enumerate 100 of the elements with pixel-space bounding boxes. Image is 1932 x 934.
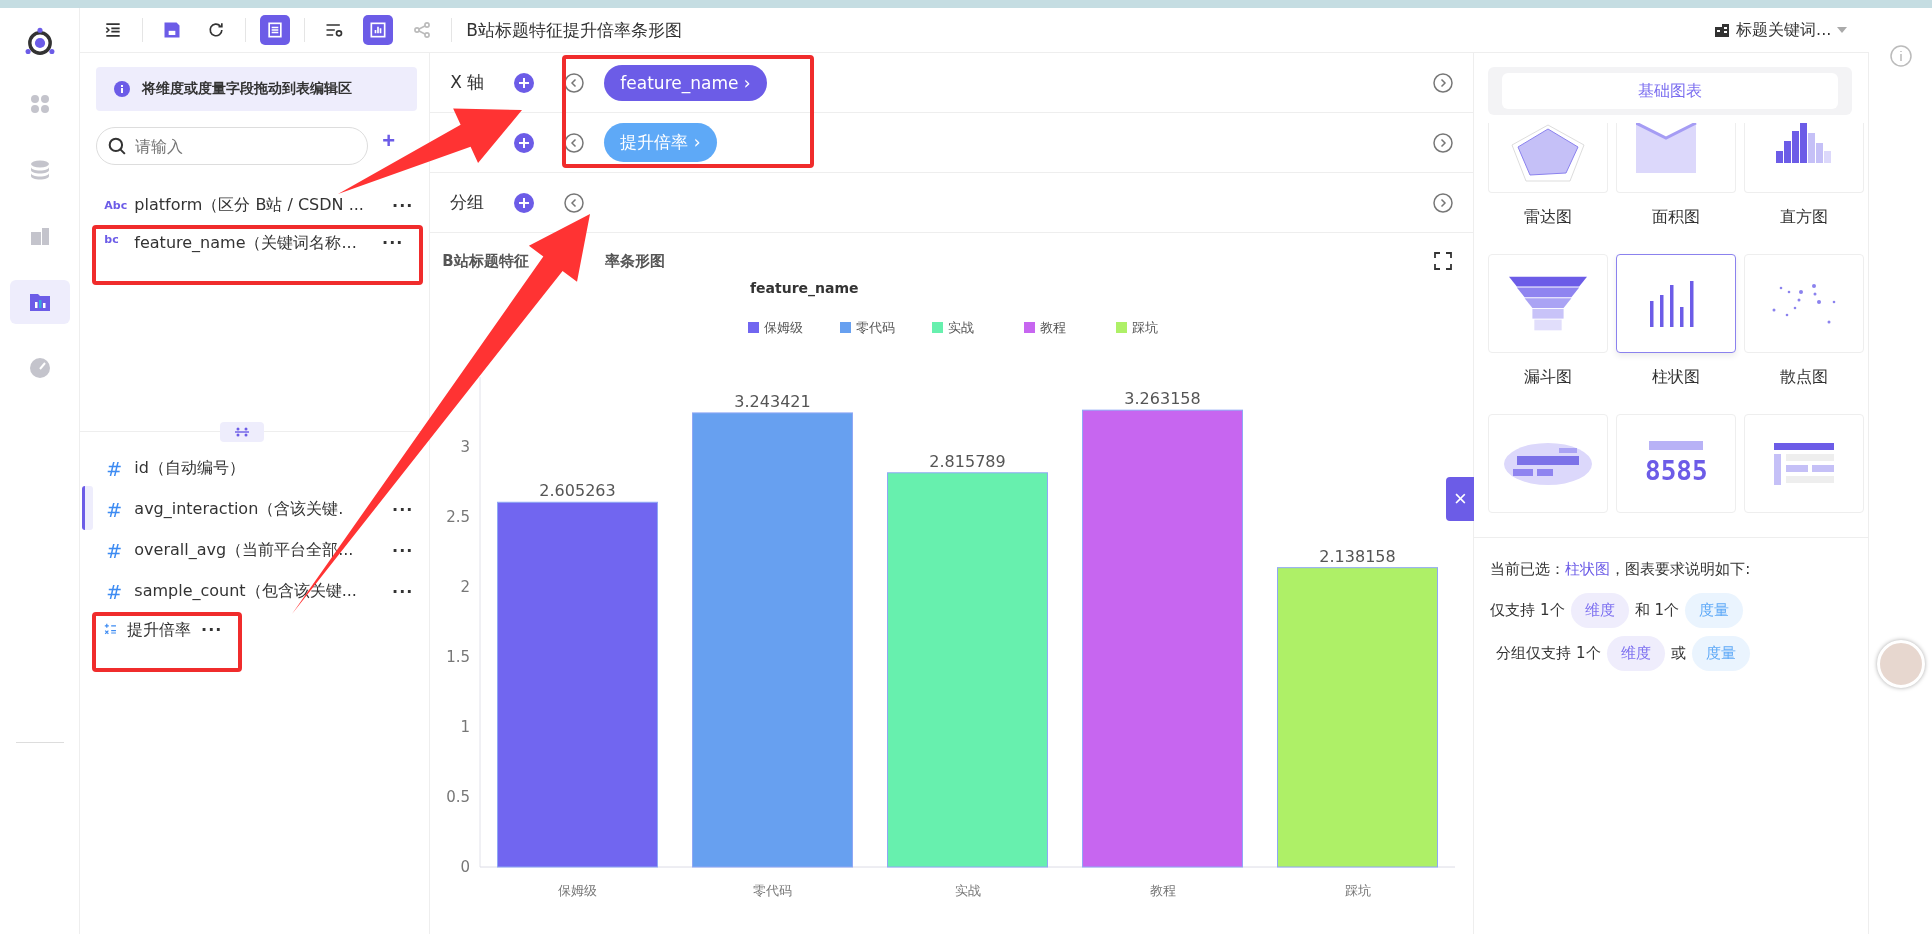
chart-view-button[interactable] [363,15,394,45]
save-icon [162,20,183,40]
bar-chart-icon [368,20,389,40]
value-label: 3.263158 [1124,389,1201,409]
table-chart-icon [1774,442,1835,485]
scroll-left-button[interactable] [564,132,585,153]
legend-title: feature_name [750,280,859,296]
field-type-tag: 维度 [1570,593,1629,628]
scroll-left-button[interactable] [564,192,585,213]
field-type-label: bc [104,233,120,246]
scroll-right-button[interactable] [1433,72,1454,93]
info-icon [114,81,131,97]
rule-text: 和 1个 [1634,601,1679,620]
field-name: avg_interaction（含该关键. [134,499,345,520]
y-tick-label: 0.5 [446,788,471,806]
table-view-button[interactable] [260,15,291,45]
value-label: 2.815789 [929,451,1006,471]
add-button[interactable]: + [382,131,396,151]
legend-label: 教程 [1040,320,1067,335]
chart-type-label: 面积图 [1652,207,1701,228]
chart-type-label: 直方图 [1780,207,1829,228]
field-pill[interactable]: feature_name › [604,64,767,101]
x-tick-label: 实战 [954,883,981,898]
more-menu[interactable]: ··· [392,541,414,560]
field-type-label: # [105,457,124,480]
y-tick-label: 2.5 [446,508,471,526]
field-name: 提升倍率 [127,620,192,641]
add-field-button[interactable] [514,132,535,153]
field-type-tag: 度量 [1691,636,1750,671]
x-tick-label: 教程 [1149,883,1176,898]
legend-item[interactable]: 零代码 [840,320,896,335]
legend-item[interactable]: 保姆级 [748,320,804,335]
field-type-label: Abc [104,198,125,212]
funnel-chart-icon [1509,275,1588,332]
more-menu[interactable]: ··· [392,195,414,215]
slot-label: 分组 [450,191,486,214]
field-type-tag: 度量 [1684,593,1743,628]
more-menu[interactable]: ··· [392,582,414,601]
legend-label: 零代码 [856,320,896,335]
legend-label: 保姆级 [764,320,804,335]
legend-item[interactable]: 实战 [932,320,975,335]
more-menu[interactable]: ··· [392,500,414,519]
add-field-button[interactable] [514,72,535,93]
chart-category-tab[interactable]: 基础图表 [1502,73,1839,109]
measure-field[interactable]: # sample_count（包含该关键... ··· [96,571,430,612]
value-label: 2.605263 [539,481,616,501]
field-name: platform（区分 B站 / CSDN ... [134,194,365,216]
word-cloud-icon [1503,441,1594,486]
add-field-button[interactable] [514,192,535,213]
fullscreen-icon[interactable] [1433,251,1454,271]
field-type-label: # [105,498,124,521]
field-type-tag: 维度 [1606,636,1665,671]
dimension-field[interactable]: Abc platform（区分 B站 / CSDN ... ··· [96,185,430,225]
more-menu[interactable]: ··· [201,620,223,639]
scroll-right-button[interactable] [1433,192,1454,213]
measure-field[interactable]: 提升倍率 ··· [92,612,243,672]
field-name: sample_count（包含该关键... [134,581,358,602]
value-label: 3.243421 [734,391,811,411]
x-tick-label: 零代码 [753,883,793,898]
x-tick-label: 保姆级 [558,883,598,898]
chart-type-card[interactable]: 8585 [1616,414,1737,513]
chart-type-label: 散点图 [1780,367,1829,388]
scroll-right-button[interactable] [1433,132,1454,153]
legend-label: 踩坑 [1132,320,1159,335]
side-handle[interactable] [82,486,94,530]
x-tick-label: 踩坑 [1344,883,1371,898]
legend-label: 实战 [948,320,975,335]
chart-type-label: 柱状图 [1652,367,1701,388]
search-icon [108,137,127,155]
close-panel-button[interactable]: × [1446,477,1475,521]
slot-label: X 轴 [450,71,486,94]
value-label: 2.138158 [1319,546,1396,566]
measure-field[interactable]: # id（自动编号） [96,448,430,489]
dataset-select[interactable]: 标题关键词... [1708,18,1854,42]
measure-field[interactable]: # avg_interaction（含该关键. ··· [96,489,430,530]
y-tick-label: 0 [460,858,471,876]
splitter-handle[interactable] [220,422,265,442]
histogram-icon [1776,123,1833,163]
chart-type-label: 漏斗图 [1524,367,1573,388]
hint-text: 将维度或度量字段拖动到表编辑区 [142,80,353,98]
caret-icon [1837,27,1848,33]
chart-type-card[interactable] [1616,254,1737,353]
legend-item[interactable]: 踩坑 [1116,320,1159,335]
y-tick-label: 1 [460,718,471,736]
rule-text: 分组仅支持 1个 [1496,644,1601,663]
chart-heading: 率条形图 [604,251,665,271]
dataset-icon [1714,22,1731,38]
kpi-bar-icon [1649,441,1704,450]
search-field[interactable]: 请输入 [96,127,369,165]
nav-button[interactable] [9,280,70,324]
legend-item[interactable]: 教程 [1024,320,1067,335]
field-name: feature_name（关键词名称... [134,233,358,254]
chart-heading: B站标题特征 [442,251,529,271]
dimension-field[interactable]: bc feature_name（关键词名称... ··· [92,225,424,285]
share-icon [412,20,433,40]
y-tick-label: 3 [460,438,471,456]
more-menu[interactable]: ··· [382,233,404,252]
scroll-left-button[interactable] [564,72,585,93]
y-tick-label: 1.5 [446,648,471,666]
chart-title: B站标题特征提升倍率条形图 [466,18,682,42]
